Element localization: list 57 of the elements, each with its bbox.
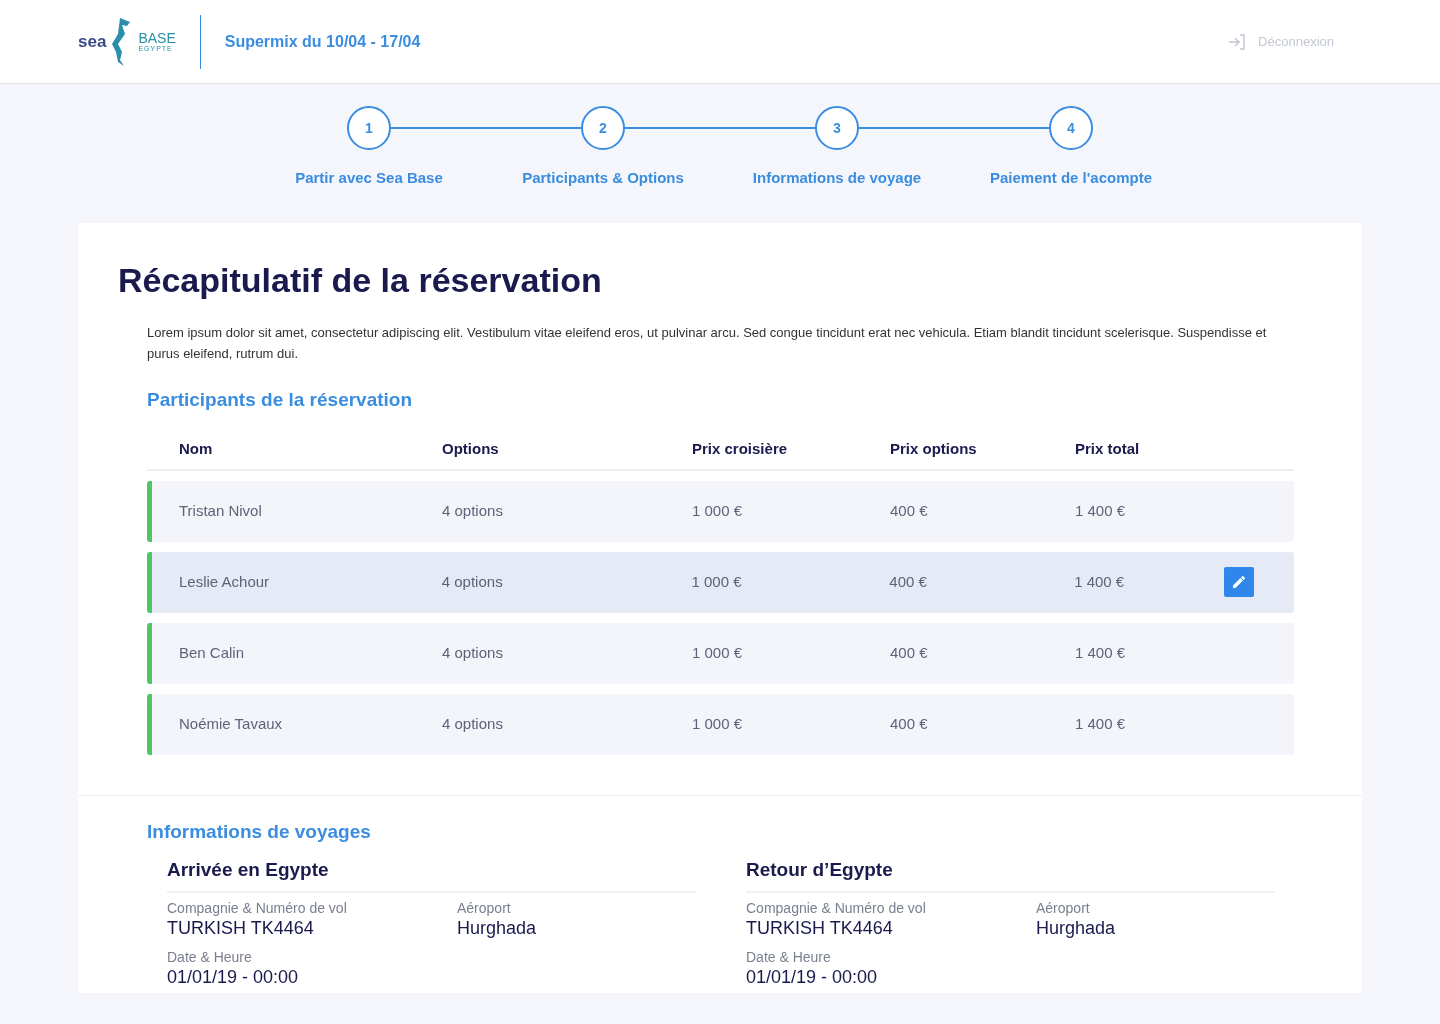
table-cell-text: 400 €	[890, 713, 929, 734]
logo-text: BASE	[138, 31, 176, 45]
table-cell-text: 1 000 €	[692, 500, 744, 521]
table-cell-text: 1 400 €	[1074, 571, 1126, 592]
column-header: Prix total	[1075, 439, 1141, 460]
column-header: Prix options	[890, 439, 978, 460]
participant-row[interactable]: Tristan Nivol 4 options 1 000 € 400 € 1 400 €	[147, 480, 1294, 542]
participant-row[interactable]: Noémie Tavaux 4 options 1 000 € 400 € 1 400 €	[147, 693, 1294, 755]
table-cell-text: 4 options	[442, 713, 504, 734]
step-label: Participants & Options	[522, 168, 684, 188]
field-value: 01/01/19 - 00:00	[746, 965, 879, 989]
section-title: Informations de voyages	[147, 819, 372, 844]
field-value: 01/01/19 - 00:00	[167, 965, 300, 989]
step-label: Informations de voyage	[752, 168, 922, 188]
table-cell-text: 4 options	[441, 571, 504, 592]
table-cell-text: Ben Calin	[179, 642, 246, 663]
table-cell-text: Tristan Nivol	[179, 500, 263, 521]
table-cell-text: 1 000 €	[691, 571, 743, 592]
logout-icon	[1228, 33, 1247, 50]
field-label: Compagnie & Numéro de vol	[167, 898, 348, 917]
column-header: Options	[442, 439, 500, 460]
table-cell-text: 1 000 €	[692, 713, 744, 734]
edit-button[interactable]	[1224, 567, 1254, 597]
column-header: Prix croisière	[692, 439, 789, 460]
pencil-icon	[1233, 576, 1245, 588]
leg-title: Retour d’Egypte	[746, 856, 1275, 893]
table-cell-text: Leslie Achour	[179, 571, 271, 592]
field-value: TURKISH TK4464	[167, 916, 315, 940]
table-cell-text: 400 €	[890, 500, 929, 521]
table-cell-text: 1 000 €	[692, 642, 744, 663]
participant-row[interactable]: Leslie Achour 4 options 1 000 € 400 € 1 400 €	[147, 551, 1294, 613]
table-cell-text: Noémie Tavaux	[179, 713, 284, 734]
field-value: TURKISH TK4464	[746, 916, 894, 940]
field-label: Date & Heure	[167, 947, 253, 966]
intro-text: Lorem ipsum dolor sit amet, consectetur adipiscing elit. Vestibulum vitae eleifend eros, ut pulvinar arcu. Sed congue tincidunt erat nec vehicula. Etiam blandit tincidunt scelerisque. Suspendisse et purus eleifend, rutrum dui.	[147, 324, 1268, 363]
trip-title: Supermix du 10/04 - 17/04	[224, 31, 421, 52]
table-cell-text: 1 400 €	[1075, 642, 1127, 663]
table-cell-text: 1 400 €	[1075, 500, 1127, 521]
table-cell-text: 4 options	[442, 642, 504, 663]
field-label: Aéroport	[1036, 898, 1091, 917]
table-cell-text: 4 options	[442, 500, 504, 521]
field-label: Date & Heure	[746, 947, 832, 966]
table-cell-text: 400 €	[889, 571, 928, 592]
participant-row[interactable]: Ben Calin 4 options 1 000 € 400 € 1 400 €	[147, 622, 1294, 684]
field-label: Aéroport	[457, 898, 512, 917]
step-label: Partir avec Sea Base	[295, 168, 443, 188]
field-value: Hurghada	[457, 916, 538, 940]
step-label: Paiement de l'acompte	[990, 168, 1152, 188]
logo-text: sea	[78, 30, 107, 53]
field-value: Hurghada	[1036, 916, 1117, 940]
field-label: Compagnie & Numéro de vol	[746, 898, 927, 917]
section-title: Participants de la réservation	[147, 388, 414, 412]
table-cell-text: 1 400 €	[1075, 713, 1127, 734]
column-header: Nom	[179, 439, 214, 460]
page-title: Récapitulatif de la réservation	[118, 260, 603, 301]
table-cell-text: 400 €	[890, 642, 929, 663]
leg-title: Arrivée en Egypte	[167, 856, 696, 893]
